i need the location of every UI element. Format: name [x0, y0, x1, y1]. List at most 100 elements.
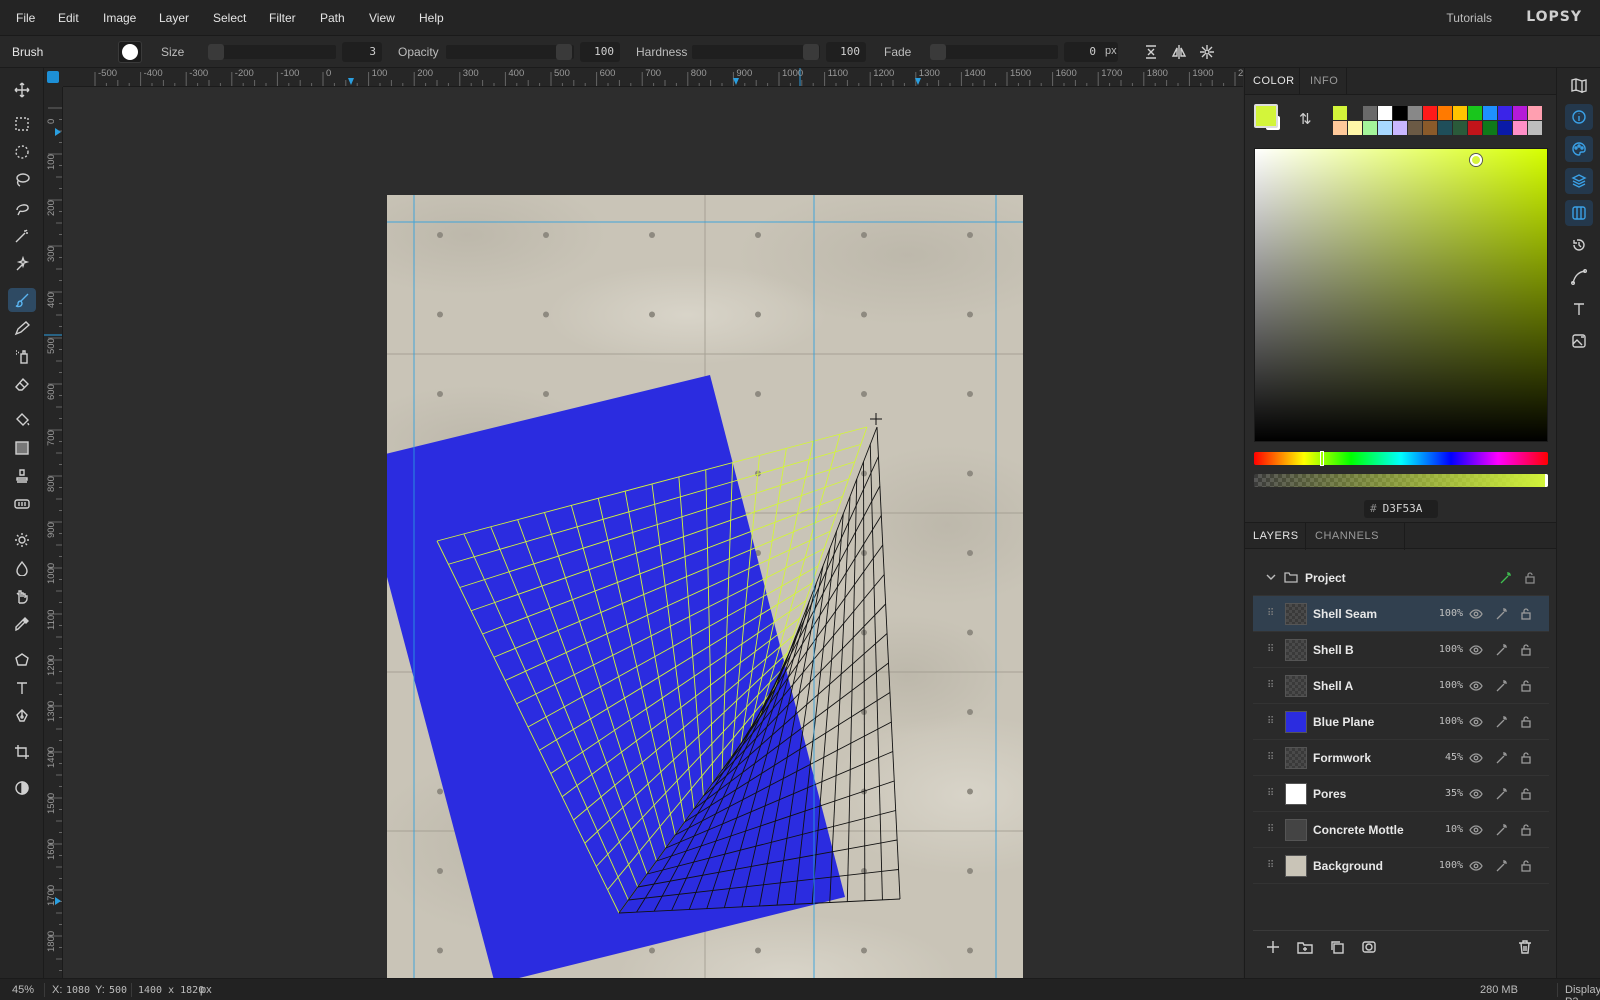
lock-icon[interactable] — [1519, 859, 1533, 873]
menu-help[interactable]: Help — [419, 11, 444, 25]
eye-icon[interactable] — [1469, 679, 1483, 693]
menu-file[interactable]: File — [16, 11, 35, 25]
effects-icon[interactable] — [1495, 751, 1509, 765]
layer-name[interactable]: Shell B — [1313, 643, 1354, 657]
drag-handle-icon[interactable]: ⠿ — [1267, 824, 1274, 835]
pressure-size-icon[interactable] — [1143, 44, 1159, 63]
color-swatch[interactable] — [1408, 106, 1422, 120]
color-swatch[interactable] — [1438, 121, 1452, 135]
layer-row[interactable]: ⠿ Shell Seam 100% — [1253, 596, 1549, 632]
color-swatch[interactable] — [1378, 106, 1392, 120]
color-swatch[interactable] — [1468, 106, 1482, 120]
color-swatch[interactable] — [1333, 121, 1347, 135]
layer-group-project[interactable]: Project — [1253, 560, 1549, 596]
layer-row[interactable]: ⠿ Concrete Mottle 10% — [1253, 812, 1549, 848]
mandala-icon[interactable] — [1199, 44, 1215, 63]
eyedropper-icon[interactable] — [8, 612, 36, 636]
layer-name[interactable]: Shell Seam — [1313, 607, 1377, 621]
layer-name[interactable]: Background — [1313, 859, 1383, 873]
hue-slider-handle[interactable] — [1320, 451, 1324, 466]
contrast-icon[interactable] — [8, 776, 36, 800]
layer-opacity[interactable]: 100% — [1439, 716, 1463, 727]
lock-icon[interactable] — [1519, 715, 1533, 729]
tab-channels[interactable]: CHANNELS — [1315, 530, 1379, 542]
zoom-level[interactable]: 45% — [12, 984, 34, 996]
pen-icon[interactable] — [8, 704, 36, 728]
eye-icon[interactable] — [1469, 859, 1483, 873]
color-swatch[interactable] — [1513, 106, 1527, 120]
layer-row[interactable]: ⠿ Pores 35% — [1253, 776, 1549, 812]
menu-layer[interactable]: Layer — [159, 11, 189, 25]
color-swatch[interactable] — [1348, 121, 1362, 135]
history-icon[interactable] — [1565, 232, 1593, 258]
palette-icon[interactable] — [1565, 136, 1593, 162]
hardness-slider[interactable] — [692, 45, 820, 59]
color-swatch[interactable] — [1393, 121, 1407, 135]
eye-icon[interactable] — [1469, 643, 1483, 657]
layer-mask-icon[interactable] — [1361, 939, 1377, 955]
lock-icon[interactable] — [1519, 751, 1533, 765]
layer-row[interactable]: ⠿ Blue Plane 100% — [1253, 704, 1549, 740]
effects-icon[interactable] — [1495, 715, 1509, 729]
opacity-slider-handle[interactable] — [556, 44, 572, 60]
move-tool-icon[interactable] — [8, 78, 36, 102]
layer-opacity[interactable]: 45% — [1445, 752, 1463, 763]
hardness-slider-handle[interactable] — [803, 44, 819, 60]
canvas-workspace[interactable] — [63, 87, 1243, 978]
lock-icon[interactable] — [1519, 679, 1533, 693]
color-swatch[interactable] — [1498, 106, 1512, 120]
lock-icon[interactable] — [1519, 787, 1533, 801]
layer-name[interactable]: Blue Plane — [1313, 715, 1374, 729]
magnetic-lasso-icon[interactable] — [8, 196, 36, 220]
opacity-input[interactable]: 100 — [580, 42, 620, 62]
menu-view[interactable]: View — [369, 11, 395, 25]
brush-preset-picker[interactable] — [118, 41, 142, 63]
color-swatch[interactable] — [1453, 106, 1467, 120]
crop-icon[interactable] — [8, 740, 36, 764]
lock-icon[interactable] — [1519, 607, 1533, 621]
alpha-slider-handle[interactable] — [1545, 474, 1548, 487]
layer-opacity[interactable]: 100% — [1439, 644, 1463, 655]
horizontal-ruler[interactable]: -500 -400 -300 -200 -100 0 100 200 300 400 500 600 7… — [63, 68, 1243, 87]
magic-wand-icon[interactable] — [8, 224, 36, 248]
size-input[interactable]: 3 — [342, 42, 382, 62]
color-swatch[interactable] — [1438, 106, 1452, 120]
eraser-icon[interactable] — [8, 372, 36, 396]
color-swatch[interactable] — [1453, 121, 1467, 135]
tab-layers[interactable]: LAYERS — [1253, 530, 1299, 542]
add-layer-icon[interactable] — [1265, 939, 1281, 955]
tab-info[interactable]: INFO — [1310, 75, 1338, 87]
menu-path[interactable]: Path — [320, 11, 345, 25]
color-swatch[interactable] — [1513, 121, 1527, 135]
tab-color[interactable]: COLOR — [1253, 75, 1295, 87]
layer-row[interactable]: ⠿ Shell A 100% — [1253, 668, 1549, 704]
size-slider-handle[interactable] — [208, 44, 224, 60]
symmetry-icon[interactable] — [1171, 44, 1187, 63]
brush-tool-icon[interactable] — [8, 288, 36, 312]
effects-icon[interactable] — [1495, 787, 1509, 801]
heal-icon[interactable] — [8, 492, 36, 516]
layer-opacity[interactable]: 10% — [1445, 824, 1463, 835]
color-swatch[interactable] — [1378, 121, 1392, 135]
alpha-slider[interactable] — [1254, 474, 1548, 487]
eye-icon[interactable] — [1469, 787, 1483, 801]
effects-icon[interactable] — [1495, 823, 1509, 837]
color-swatch[interactable] — [1498, 121, 1512, 135]
effects-icon[interactable] — [1495, 643, 1509, 657]
fade-slider-handle[interactable] — [930, 44, 946, 60]
color-swatch[interactable] — [1363, 121, 1377, 135]
paths-icon[interactable] — [1565, 264, 1593, 290]
delete-layer-icon[interactable] — [1517, 939, 1533, 955]
hex-input[interactable]: # D3F53A — [1364, 500, 1438, 518]
swap-colors-icon[interactable]: ⇅ — [1299, 110, 1312, 128]
hue-slider[interactable] — [1254, 451, 1548, 466]
lock-icon[interactable] — [1519, 823, 1533, 837]
ellipse-select-icon[interactable] — [8, 140, 36, 164]
gradient-icon[interactable] — [8, 436, 36, 460]
saturation-value-picker[interactable] — [1254, 148, 1548, 442]
new-group-icon[interactable] — [1297, 939, 1313, 955]
color-swatch[interactable] — [1483, 106, 1497, 120]
color-picker-cursor[interactable] — [1470, 154, 1482, 166]
navigator-icon[interactable] — [1565, 72, 1593, 98]
color-swatch[interactable] — [1483, 121, 1497, 135]
